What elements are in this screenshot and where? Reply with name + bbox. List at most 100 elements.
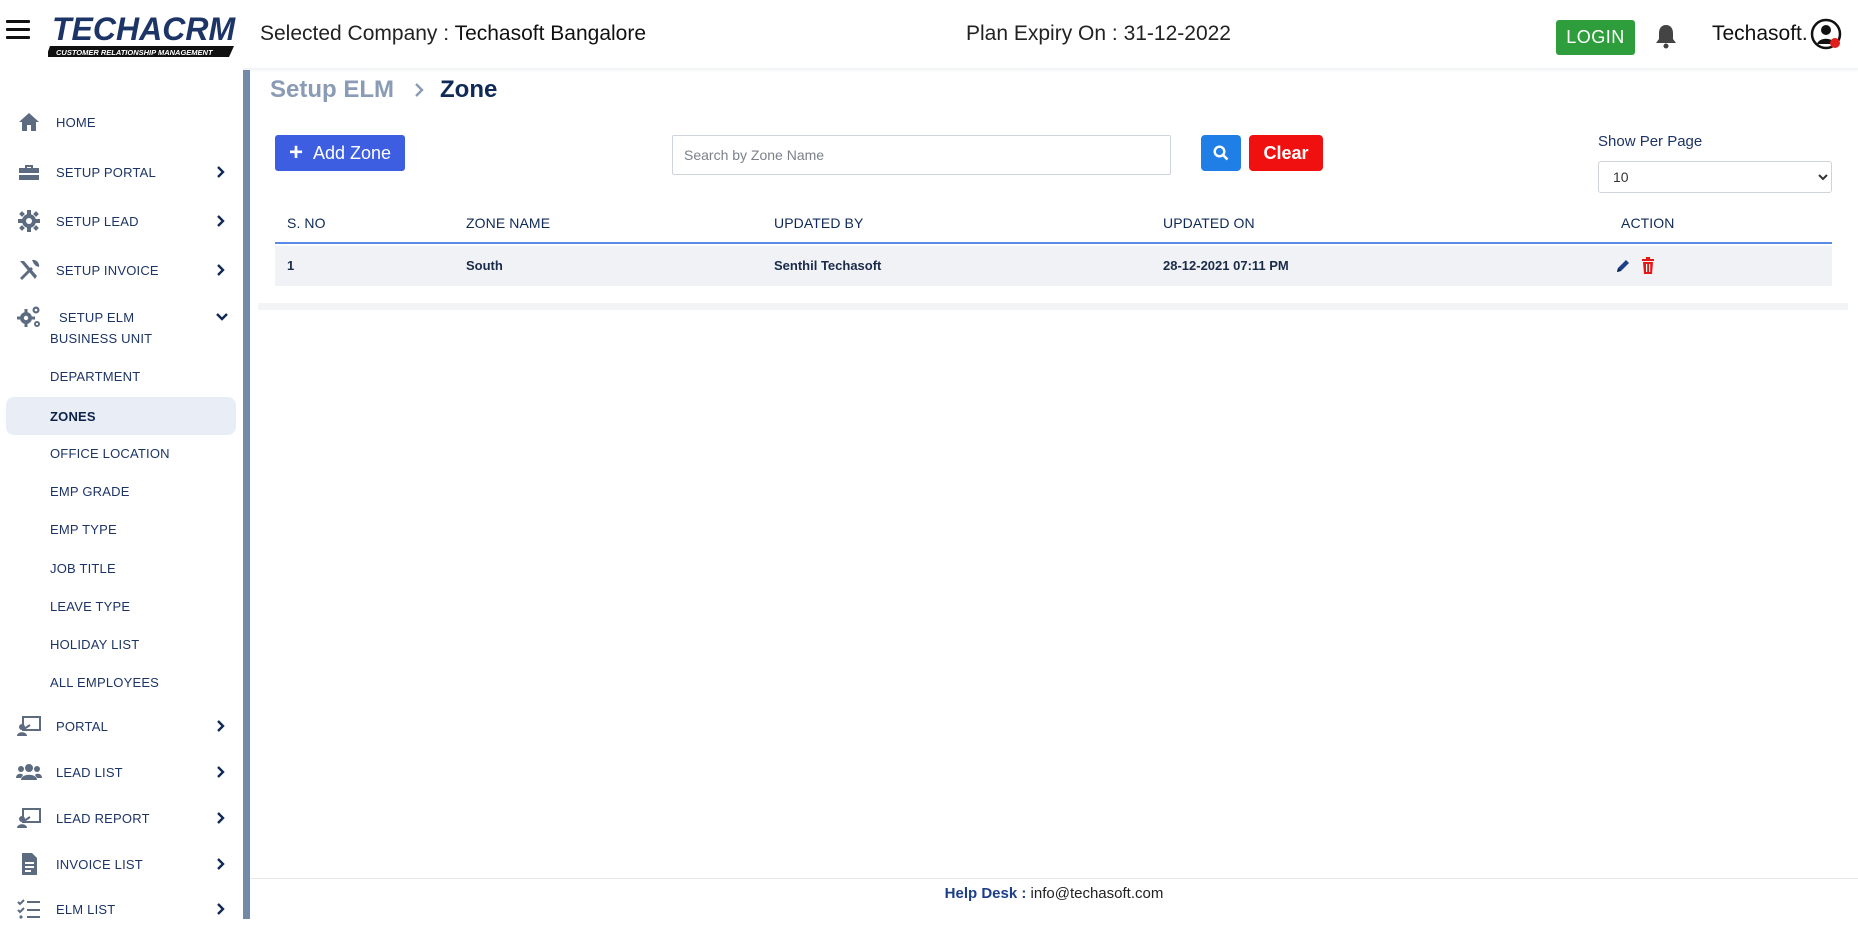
- sidebar-item-label: SETUP LEAD: [56, 213, 139, 229]
- add-zone-label: Add Zone: [312, 142, 392, 163]
- sidebar-item-setup-invoice[interactable]: SETUP INVOICE: [0, 250, 243, 290]
- sidebar-item-label: LEAD LIST: [56, 764, 123, 780]
- column-header-updated-by: UPDATED BY: [774, 215, 864, 231]
- column-header-updated-on: UPDATED ON: [1163, 215, 1255, 231]
- clear-button[interactable]: Clear: [1249, 135, 1323, 171]
- sidebar-item-label: INVOICE LIST: [56, 856, 143, 872]
- logo-tagline: CUSTOMER RELATIONSHIP MANAGEMENT: [56, 48, 214, 57]
- users-icon: [16, 764, 42, 780]
- chevron-right-icon: [217, 766, 225, 778]
- plan-label: Plan Expiry On :: [966, 22, 1124, 45]
- sidebar-item-setup-lead[interactable]: SETUP LEAD: [0, 201, 243, 241]
- sidebar-subitem-label: EMP GRADE: [50, 483, 130, 499]
- sidebar-subitem-label: ALL EMPLOYEES: [50, 674, 160, 690]
- sidebar-item-home[interactable]: HOME: [0, 102, 243, 142]
- search-input[interactable]: [672, 135, 1171, 175]
- footer: Help Desk : info@techasoft.com: [250, 878, 1858, 919]
- avatar-icon[interactable]: [1810, 18, 1842, 50]
- sidebar-item-label: HOME: [56, 114, 96, 130]
- sidebar-item-label: SETUP INVOICE: [56, 262, 159, 278]
- login-button[interactable]: LOGIN: [1556, 20, 1635, 55]
- column-header-action: ACTION: [1621, 215, 1675, 231]
- sidebar-subitem-label: ZONES: [50, 408, 96, 424]
- user-name[interactable]: Techasoft.: [1712, 22, 1808, 46]
- sidebar-item-elm-list[interactable]: ELM LIST: [0, 889, 243, 929]
- sidebar-subitem-emp-type[interactable]: EMP TYPE: [6, 510, 236, 548]
- chevron-right-icon: [217, 215, 225, 227]
- document-icon: [22, 853, 37, 875]
- table-row: 1 South Senthil Techasoft 28-12-2021 07:…: [275, 246, 1832, 286]
- sidebar-subitem-emp-grade[interactable]: EMP GRADE: [6, 472, 236, 510]
- zones-table: S. NO ZONE NAME UPDATED BY UPDATED ON AC…: [275, 202, 1832, 286]
- sidebar-item-label: LEAD REPORT: [56, 810, 150, 826]
- chevron-right-icon: [217, 166, 225, 178]
- list-icon: [17, 899, 40, 919]
- logo-text: TECHACRM: [52, 11, 236, 47]
- sidebar-subitem-label: EMP TYPE: [50, 521, 117, 537]
- help-desk-label: Help Desk :: [944, 885, 1031, 902]
- table-header: S. NO ZONE NAME UPDATED BY UPDATED ON AC…: [275, 202, 1832, 244]
- chevron-right-icon: [217, 903, 225, 915]
- sidebar-subitem-label: BUSINESS UNIT: [50, 330, 153, 346]
- sidebar-item-lead-report[interactable]: LEAD REPORT: [0, 798, 243, 838]
- sidebar-item-portal[interactable]: PORTAL: [0, 706, 243, 746]
- sidebar-subitem-label: LEAVE TYPE: [50, 598, 131, 614]
- app-logo[interactable]: TECHACRM CUSTOMER RELATIONSHIP MANAGEMEN…: [48, 10, 236, 58]
- sidebar-item-setup-portal[interactable]: SETUP PORTAL: [0, 152, 243, 192]
- sidebar-subitem-label: HOLIDAY LIST: [50, 636, 140, 652]
- search-button[interactable]: [1201, 135, 1241, 171]
- sidebar-item-label: SETUP PORTAL: [56, 164, 156, 180]
- column-header-sno: S. NO: [287, 215, 326, 231]
- sidebar-subitem-all-employees[interactable]: ALL EMPLOYEES: [6, 663, 236, 701]
- cell-updated-by: Senthil Techasoft: [774, 258, 882, 273]
- sidebar-subitem-label: JOB TITLE: [50, 560, 116, 576]
- sidebar-subitem-leave-type[interactable]: LEAVE TYPE: [6, 587, 236, 625]
- top-bar: TECHACRM CUSTOMER RELATIONSHIP MANAGEMEN…: [0, 0, 1858, 68]
- toolbox-icon: [19, 165, 39, 180]
- chevron-right-icon: [217, 720, 225, 732]
- gear-icon: [18, 210, 40, 232]
- tools-icon: [20, 259, 40, 280]
- menu-icon[interactable]: [6, 20, 30, 44]
- sidebar-subitem-zones[interactable]: ZONES: [6, 397, 236, 435]
- sidebar-scrollbar[interactable]: [243, 70, 250, 919]
- bell-icon[interactable]: [1654, 23, 1678, 49]
- sidebar-subitem-office-location[interactable]: OFFICE LOCATION: [6, 434, 236, 472]
- selected-company: Selected Company : Techasoft Bangalore: [260, 22, 646, 46]
- page-title: Zone: [440, 76, 498, 103]
- presentation-icon: [17, 716, 41, 736]
- sidebar-subitem-business-unit[interactable]: BUSINESS UNIT: [6, 319, 236, 357]
- report-icon: [17, 808, 41, 828]
- chevron-right-icon: [217, 858, 225, 870]
- help-desk-email[interactable]: info@techasoft.com: [1031, 885, 1164, 902]
- sidebar-subitem-holiday-list[interactable]: HOLIDAY LIST: [6, 625, 236, 663]
- plus-icon: +: [288, 139, 303, 166]
- per-page-select[interactable]: 10: [1598, 161, 1832, 193]
- sidebar-item-label: PORTAL: [56, 718, 109, 734]
- sidebar-subitem-label: OFFICE LOCATION: [50, 445, 170, 461]
- company-label: Selected Company :: [260, 22, 455, 45]
- cell-updated-on: 28-12-2021 07:11 PM: [1163, 258, 1289, 273]
- add-zone-button[interactable]: + Add Zone: [275, 135, 405, 171]
- search-icon: [1213, 145, 1229, 161]
- table-divider: [258, 303, 1848, 310]
- breadcrumb: Setup ELM Zone: [270, 76, 497, 104]
- plan-expiry: Plan Expiry On : 31-12-2022: [966, 22, 1231, 46]
- sidebar-item-label: ELM LIST: [56, 901, 116, 917]
- cell-sno: 1: [287, 258, 295, 273]
- home-icon: [19, 113, 39, 131]
- sidebar-item-invoice-list[interactable]: INVOICE LIST: [0, 844, 243, 884]
- breadcrumb-parent[interactable]: Setup ELM: [270, 76, 394, 104]
- delete-icon[interactable]: [1641, 257, 1655, 274]
- cell-zone-name: South: [466, 258, 503, 273]
- per-page-label: Show Per Page: [1598, 133, 1703, 150]
- sidebar-subitem-job-title[interactable]: JOB TITLE: [6, 549, 236, 587]
- sidebar: HOME SETUP PORTAL SETUP LEAD SETUP INVOI…: [0, 68, 243, 919]
- company-value: Techasoft Bangalore: [454, 22, 647, 45]
- column-header-zone-name: ZONE NAME: [466, 215, 551, 231]
- sidebar-item-lead-list[interactable]: LEAD LIST: [0, 752, 243, 792]
- plan-value: 31-12-2022: [1123, 22, 1231, 45]
- chevron-right-icon: [415, 83, 424, 97]
- sidebar-subitem-department[interactable]: DEPARTMENT: [6, 357, 236, 395]
- edit-icon[interactable]: [1615, 258, 1631, 274]
